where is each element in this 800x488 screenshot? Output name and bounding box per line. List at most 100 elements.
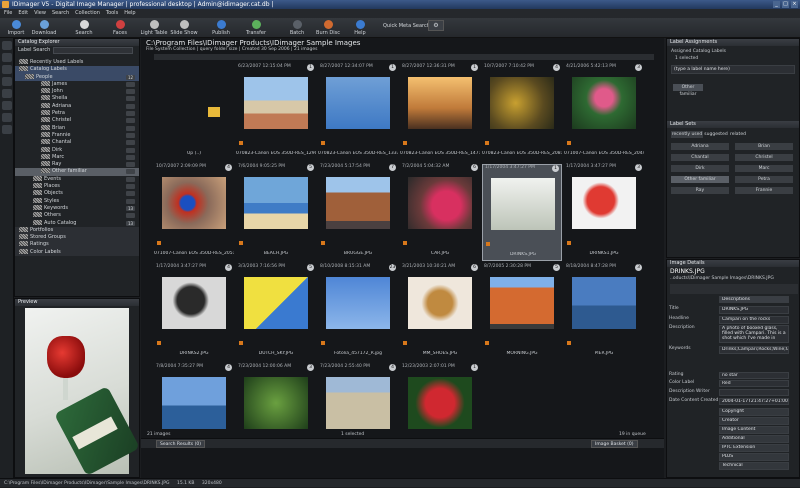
toolbar-transfer-button[interactable]: Transfer [242, 19, 270, 36]
catalog-item[interactable]: Other familiar [15, 168, 139, 176]
version-badge[interactable]: 23 [389, 264, 396, 271]
catalog-item[interactable]: Dirk [15, 146, 139, 154]
map-icon[interactable] [2, 77, 12, 86]
label-set-item[interactable]: Petra [735, 176, 793, 183]
catalog-item[interactable]: Petra [15, 110, 139, 117]
toolbar-import-button[interactable]: Import [2, 19, 30, 36]
detail-field-value[interactable]: 2004-01-17T21:47:27+01:00 [719, 398, 789, 405]
thumbnail-cell[interactable]: 1/17/2004 3:47:27 PM 1 DRINKS.JPG [482, 164, 562, 261]
menu-file[interactable]: File [4, 9, 12, 18]
toolbar-download-button[interactable]: Download [30, 19, 58, 36]
version-badge[interactable]: 3 [635, 64, 642, 71]
version-badge[interactable]: 1 [389, 64, 396, 71]
version-badge[interactable]: 6 [471, 164, 478, 171]
catalog-item[interactable]: Brian [15, 124, 139, 132]
details-section-header[interactable]: Copyright [719, 408, 789, 416]
thumbnail-cell[interactable]: 10/7/2007 7:10:42 PM 4 070823-Canon EOS 35… [482, 64, 562, 161]
minimize-icon[interactable]: _ [773, 1, 780, 8]
thumbnail-cell[interactable]: 7/2/2004 5:04:32 AM 6 CAR.JPG [400, 164, 480, 261]
version-badge[interactable]: 1 [307, 64, 314, 71]
toolbar-slideshow-button[interactable]: Slide Show [170, 19, 198, 36]
menu-help[interactable]: Help [124, 9, 135, 18]
assigned-label-chip[interactable]: Other familiar [673, 84, 703, 97]
catalog-item[interactable]: Sheila [15, 95, 139, 102]
version-badge[interactable]: 4 [225, 364, 232, 371]
toolbar-burn-disc-button[interactable]: Burn Disc [314, 19, 342, 36]
folder-up[interactable]: Up (..) [154, 64, 234, 161]
catalog-item[interactable]: Ray [15, 161, 139, 168]
version-badge[interactable]: 3 [635, 164, 642, 171]
version-badge[interactable]: 3 [635, 264, 642, 271]
catalog-item[interactable]: Ratings [15, 241, 139, 249]
thumbnail-cell[interactable]: 10/7/2007 2:09:09 PM 4 071007-Canon EOS 35… [154, 164, 234, 261]
toolbar-faces-button[interactable]: Faces [106, 19, 134, 36]
details-section-header[interactable]: Additional [719, 435, 789, 443]
details-section-header[interactable]: PLUS [719, 453, 789, 461]
gear-icon[interactable] [2, 125, 12, 134]
catalog-item[interactable]: People 12 [15, 73, 139, 81]
label-search-input[interactable] [53, 47, 133, 54]
menu-tools[interactable]: Tools [106, 9, 118, 18]
thumbnail-cell[interactable]: 1/17/2004 3:47:27 PM 3 DRINKS1.JPG [564, 164, 644, 261]
search-results-button[interactable]: Search Results (0) [156, 440, 205, 448]
version-badge[interactable]: 5 [307, 264, 314, 271]
toolbar-search-button[interactable]: Search [70, 19, 98, 36]
catalog-item[interactable]: Events [15, 175, 139, 183]
toolbar-help-button[interactable]: Help [346, 19, 374, 36]
thumbnail-cell[interactable]: 8/27/2007 12:34:07 PM 1 070823-Canon EOS 3… [318, 64, 398, 161]
catalog-item[interactable]: Portfolios [15, 226, 139, 235]
close-icon[interactable]: × [791, 1, 798, 8]
catalog-icon[interactable] [2, 41, 12, 50]
label-set-item[interactable]: Dirk [671, 165, 729, 172]
detail-field-value[interactable]: Campari on the rocks [719, 316, 789, 324]
detail-field-value[interactable]: Drinks;Campari;Rocks;Wine;Gl... [719, 346, 789, 354]
catalog-item[interactable]: Adriana [15, 102, 139, 110]
catalog-item[interactable]: James [15, 80, 139, 88]
label-set-item[interactable]: Brian [735, 143, 793, 150]
thumbnail-cell[interactable]: 3/3/2003 7:16:56 PM 5 DUTCH_SKY.JPG [236, 264, 316, 361]
version-badge[interactable]: 5 [307, 164, 314, 171]
label-set-item[interactable]: Other familiar [671, 176, 729, 183]
catalog-item[interactable]: Chantal [15, 139, 139, 146]
thumbnail-cell[interactable]: 4/21/2006 5:42:13 PM 3 071007-Canon EOS 35… [564, 64, 644, 161]
catalog-item[interactable]: Stored Groups [15, 234, 139, 242]
label-name-input[interactable]: (type a label name here) [671, 65, 795, 74]
catalog-item[interactable]: Catalog Labels [15, 66, 139, 74]
label-set-item[interactable]: Frannie [735, 187, 793, 194]
maximize-icon[interactable]: □ [782, 1, 789, 8]
catalog-item[interactable]: Auto Catalog 13 [15, 219, 139, 227]
detail-field-value[interactable]: DRINKS.JPG [719, 306, 789, 314]
catalog-item[interactable]: Frannie [15, 131, 139, 139]
menu-edit[interactable]: Edit [18, 9, 28, 18]
detail-field-value[interactable]: no star [719, 372, 789, 379]
version-badge[interactable]: 1 [471, 64, 478, 71]
thumbnail-cell[interactable]: 1/17/2004 3:47:27 PM 4 DRINKS2.JPG [154, 264, 234, 361]
thumbnail-cell[interactable]: 3/21/2003 10:30:21 AM 6 MM_SHOES.JPG [400, 264, 480, 361]
catalog-item[interactable]: Keywords 13 [15, 204, 139, 212]
menu-collection[interactable]: Collection [75, 9, 100, 18]
version-badge[interactable]: 1 [471, 364, 478, 371]
version-badge[interactable]: 7 [389, 164, 396, 171]
label-set-item[interactable]: Chantal [671, 154, 729, 161]
version-badge[interactable]: 4 [389, 364, 396, 371]
thumbnail-cell[interactable]: 8/10/2008 8:15:31 AM 23 Fotolia_457172_R.j… [318, 264, 398, 361]
details-section-header[interactable]: Image Content [719, 426, 789, 434]
label-set-item[interactable]: Adriana [671, 143, 729, 150]
thumbnail-cell[interactable]: 8/18/2004 8:47:28 PM 3 PIER.JPG [564, 264, 644, 361]
quick-search-button[interactable]: ⚙ [428, 20, 444, 31]
folder-icon[interactable] [2, 53, 12, 62]
catalog-item[interactable]: John [15, 88, 139, 95]
catalog-item[interactable]: Places [15, 183, 139, 190]
label-set-item[interactable]: Ray [671, 187, 729, 194]
toolbar-batch-button[interactable]: Batch [283, 19, 311, 36]
detail-field-value[interactable] [719, 389, 789, 396]
label-set-item[interactable]: Christel [735, 154, 793, 161]
menu-view[interactable]: View [34, 9, 46, 18]
version-badge[interactable]: 4 [225, 264, 232, 271]
version-badge[interactable]: 6 [471, 264, 478, 271]
descriptions-section[interactable]: Descriptions [719, 296, 789, 303]
thumbnail-cell[interactable]: 8/27/2007 12:36:31 PM 1 070823-Canon EOS 3… [400, 64, 480, 161]
catalog-item[interactable]: Others [15, 212, 139, 219]
tab-recently-used[interactable]: recently used [671, 131, 703, 138]
details-section-header[interactable]: IPTC Extension [719, 444, 789, 452]
